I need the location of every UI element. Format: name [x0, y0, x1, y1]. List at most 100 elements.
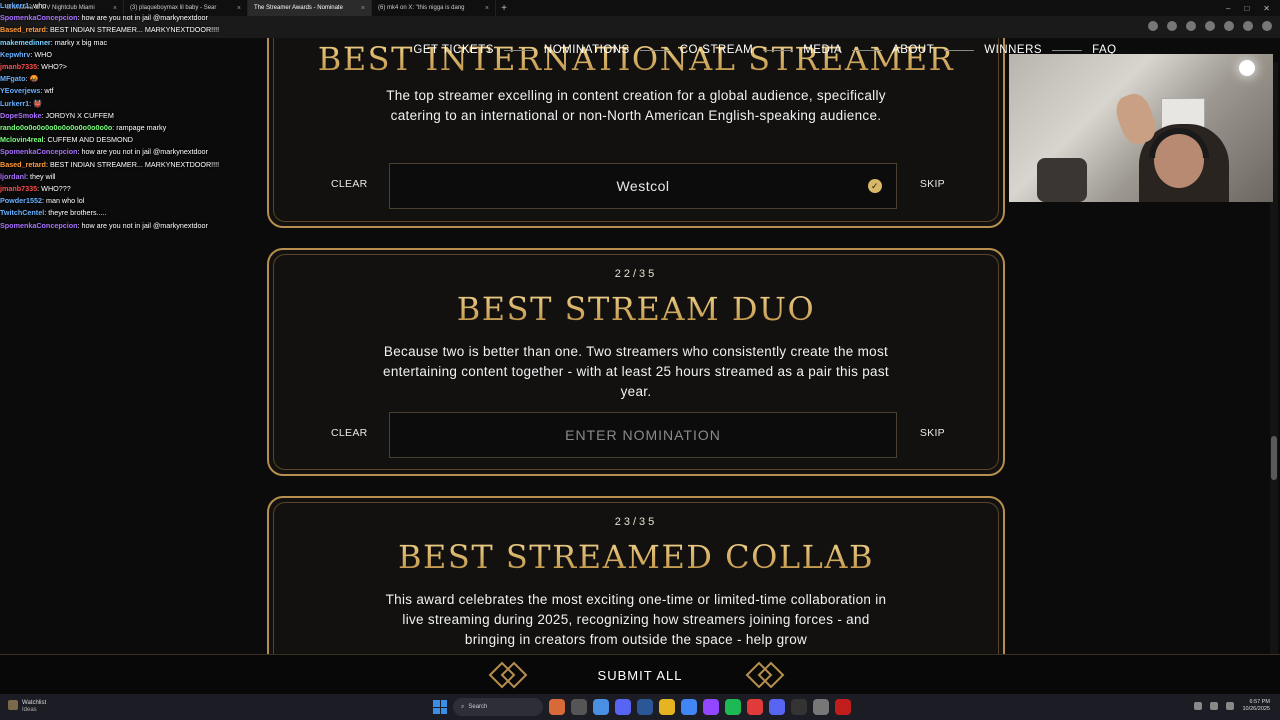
chat-message: SpomenkaConcepcion: how are you not in j… [0, 220, 260, 230]
chat-username[interactable]: jmanb7335 [0, 62, 37, 71]
skip-button[interactable]: SKIP [920, 427, 945, 439]
nomination-field[interactable]: Westcol ✓ [389, 163, 897, 209]
chat-username[interactable]: Based_retard [0, 160, 46, 169]
award-title: BEST STREAM DUO [269, 290, 1003, 328]
extension-icon[interactable] [1186, 21, 1196, 31]
close-tab-icon[interactable]: × [361, 5, 365, 12]
chat-text: CUFFEM AND DESMOND [47, 135, 133, 145]
chat-message: YEoverjews: wtf [0, 85, 260, 97]
chat-username[interactable]: jmanb7335 [0, 184, 37, 193]
chat-username[interactable]: SpomenkaConcepcion [0, 221, 77, 230]
search-icon: ⌕ [461, 703, 465, 710]
clock[interactable]: 6:57 PM 10/26/2025 [1242, 699, 1270, 713]
chat-username[interactable]: SpomenkaConcepcion [0, 13, 77, 22]
chat-message: jmanb7335: WHO??? [0, 183, 260, 195]
menu-icon[interactable] [1262, 21, 1272, 31]
chat-text: BEST INDIAN STREAMER... MARKYNEXTDOOR!!!… [49, 159, 220, 169]
discord-icon[interactable] [769, 699, 785, 715]
chat-text: wtf [44, 86, 54, 96]
submit-all-button[interactable]: SUBMIT ALL [535, 659, 745, 691]
clear-button[interactable]: CLEAR [331, 178, 368, 190]
chat-text: BEST INDIAN STREAMER... MARKYNEXTDOOR!!!… [49, 25, 220, 35]
spotify-icon[interactable] [725, 699, 741, 715]
wifi-icon[interactable] [1210, 702, 1219, 710]
chat-message: Lurkerr1: who [0, 0, 260, 12]
chat-username[interactable]: rando0o0o0o0o0o0o0o0o0o0o0o [0, 123, 112, 132]
close-window-button[interactable]: ✕ [1263, 4, 1270, 13]
nav-co-stream[interactable]: CO-STREAM [670, 44, 764, 56]
submit-bar: SUBMIT ALL [0, 654, 1280, 694]
extension-icon[interactable] [1167, 21, 1177, 31]
browser-tab-active[interactable]: The Streamer Awards - Nominate × [248, 0, 372, 16]
chat-text: how are you not in jail @markynextdoor [81, 13, 208, 23]
taskbar-search[interactable]: ⌕ Search [453, 698, 543, 716]
chat-username[interactable]: SpomenkaConcepcion [0, 147, 77, 156]
favorite-star-icon[interactable] [1148, 21, 1158, 31]
nomination-input[interactable]: ENTER NOMINATION [389, 412, 897, 458]
volume-icon[interactable] [1226, 702, 1235, 710]
chat-username[interactable]: Mclovin4real [0, 135, 44, 144]
award-description: The top streamer excelling in content cr… [386, 88, 886, 123]
nav-media[interactable]: MEDIA [793, 44, 852, 56]
chat-username[interactable]: Lurkerr1 [0, 1, 29, 10]
clear-button[interactable]: CLEAR [331, 427, 368, 439]
chat-text: WHO?> [41, 62, 67, 72]
app-icon[interactable] [615, 699, 631, 715]
chat-text: JORDYN X CUFFEM [45, 110, 114, 120]
nav-nominations[interactable]: NOMINATIONS [534, 44, 640, 56]
nav-divider [944, 49, 975, 51]
extension-icon[interactable] [1205, 21, 1215, 31]
app-icon[interactable] [747, 699, 763, 715]
close-tab-icon[interactable]: × [485, 5, 489, 12]
chat-message: Based_retard: BEST INDIAN STREAMER... MA… [0, 24, 260, 36]
scrollbar-thumb[interactable] [1271, 436, 1277, 480]
tray-icon[interactable] [1194, 702, 1203, 710]
award-description: This award celebrates the most exciting … [385, 592, 887, 647]
chat-text: how are you not in jail @markynextdoor [81, 220, 208, 230]
skip-button[interactable]: SKIP [920, 178, 945, 190]
chrome-icon[interactable] [681, 699, 697, 715]
chat-username[interactable]: DopeSmoke [0, 111, 42, 120]
chat-username[interactable]: Powder1552 [0, 196, 42, 205]
app-icon[interactable] [549, 699, 565, 715]
category-counter: 22/35 [614, 268, 658, 280]
chat-text: who [33, 1, 47, 10]
chat-username[interactable]: MFgato [0, 74, 26, 83]
new-tab-button[interactable]: + [496, 3, 512, 14]
settings-icon[interactable] [813, 699, 829, 715]
nav-divider [503, 49, 534, 51]
app-icon[interactable] [791, 699, 807, 715]
chat-username[interactable]: ljordanl [0, 172, 26, 181]
chat-message: Powder1552: man who lol [0, 195, 260, 207]
ornament-right-icon [745, 661, 785, 689]
chat-username[interactable]: Kepwhrv [0, 50, 30, 59]
chat-username[interactable]: TwitchCentel [0, 208, 44, 217]
widgets-button[interactable]: Watchlist Ideas [8, 700, 46, 714]
app-icon[interactable] [637, 699, 653, 715]
windows-start-icon[interactable] [433, 700, 447, 714]
browser-tab[interactable]: (6) mk4 on X: "this nigga is dang × [372, 0, 496, 16]
profile-avatar-icon[interactable] [1243, 21, 1253, 31]
chart-icon [8, 700, 18, 710]
edge-icon[interactable] [593, 699, 609, 715]
chat-username[interactable]: Based_retard [0, 25, 46, 34]
taskview-icon[interactable] [571, 699, 587, 715]
minimize-button[interactable]: – [1226, 4, 1230, 13]
nav-get-tickets[interactable]: GET TICKETS [403, 44, 503, 56]
chat-username[interactable]: makemedinner [0, 38, 51, 47]
chat-text: WHO [34, 49, 52, 59]
nomination-card: 23/35 BEST STREAMED COLLAB This award ce… [267, 496, 1005, 654]
chat-username[interactable]: YEoverjews [0, 86, 40, 95]
nav-about[interactable]: ABOUT [882, 44, 944, 56]
extension-icon[interactable] [1224, 21, 1234, 31]
tab-title: The Streamer Awards - Nominate [254, 5, 343, 11]
file-explorer-icon[interactable] [659, 699, 675, 715]
chat-username[interactable]: Lurkerr1 [0, 99, 29, 108]
chat-message: ljordanl: they will [0, 171, 260, 183]
nomination-card: BEST INTERNATIONAL STREAMER The top stre… [267, 38, 1005, 228]
maximize-button[interactable]: □ [1244, 4, 1249, 13]
chat-message: Lurkerr1: 👹 [0, 98, 260, 110]
award-description: Because two is better than one. Two stre… [383, 344, 889, 399]
twitch-icon[interactable] [703, 699, 719, 715]
app-icon[interactable] [835, 699, 851, 715]
